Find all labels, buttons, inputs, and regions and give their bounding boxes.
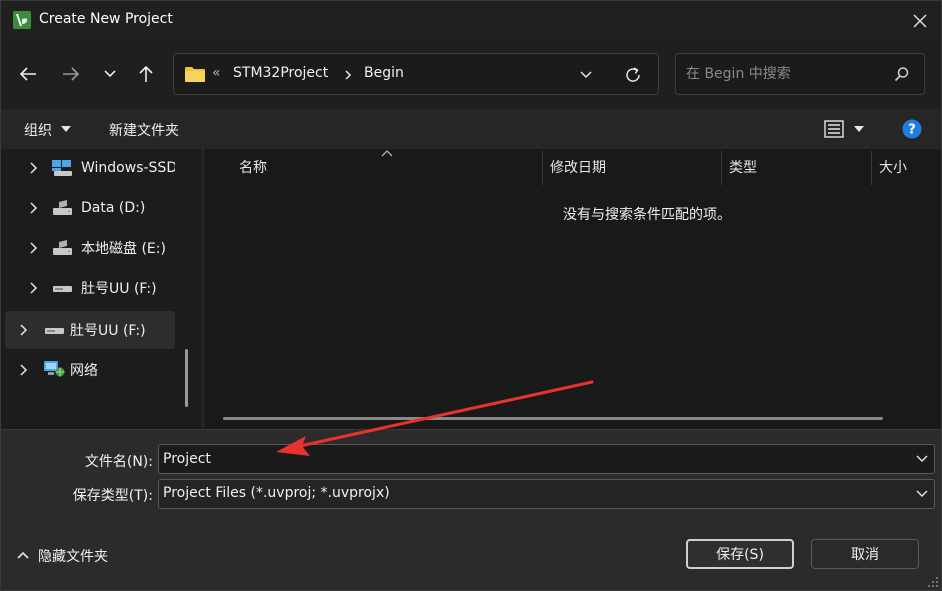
drive-icon bbox=[53, 240, 72, 255]
filename-combobox[interactable] bbox=[158, 444, 935, 474]
file-list: 名称 修改日期 类型 大小 没有与搜索条件匹配的项。 bbox=[203, 149, 941, 429]
arrow-left-icon bbox=[19, 67, 36, 81]
forward-button[interactable] bbox=[57, 60, 85, 88]
hide-folders-label: 隐藏文件夹 bbox=[38, 549, 108, 565]
network-icon bbox=[44, 361, 65, 377]
save-button[interactable]: 保存(S) bbox=[686, 539, 794, 569]
filetype-value: Project Files (*.uvproj; *.uvprojx) bbox=[163, 485, 390, 501]
chevron-down-icon bbox=[104, 70, 116, 78]
column-header-size[interactable]: 大小 bbox=[879, 157, 907, 177]
folder-icon bbox=[185, 67, 205, 82]
command-bar: 组织 新建文件夹 ? bbox=[1, 109, 941, 149]
view-dropdown-icon[interactable] bbox=[854, 126, 864, 132]
sidebar-item-data-d[interactable]: Data (D:) bbox=[5, 189, 175, 227]
navigation-pane: Windows-SSD Data (D:) 本地磁盘 (E:) 肚号UU (F:… bbox=[1, 149, 201, 429]
chevron-right-icon[interactable] bbox=[27, 162, 39, 174]
arrow-up-icon bbox=[139, 65, 153, 82]
organize-dropdown-icon[interactable] bbox=[61, 126, 71, 132]
sidebar-item-label: Windows-SSD bbox=[81, 160, 175, 176]
chevron-right-icon[interactable] bbox=[27, 282, 39, 294]
sidebar-item-label: Data (D:) bbox=[81, 200, 146, 216]
title-bar: Create New Project bbox=[1, 1, 941, 41]
filetype-label: 保存类型(T): bbox=[72, 488, 153, 504]
filetype-select[interactable]: Project Files (*.uvproj; *.uvprojx) bbox=[158, 479, 935, 509]
create-project-dialog: Create New Project « STM32Project Begin … bbox=[0, 0, 942, 591]
search-icon[interactable] bbox=[894, 66, 910, 82]
help-icon[interactable]: ? bbox=[902, 119, 922, 139]
sidebar-item-label: 肚号UU (F:) bbox=[70, 323, 146, 339]
usb-drive-icon bbox=[45, 328, 64, 334]
column-divider[interactable] bbox=[721, 151, 722, 185]
save-options-panel: 文件名(N): 保存类型(T): Project Files (*.uvproj… bbox=[1, 429, 941, 590]
chevron-right-icon[interactable] bbox=[17, 324, 29, 336]
filename-label: 文件名(N): bbox=[84, 454, 153, 470]
empty-results-message: 没有与搜索条件匹配的项。 bbox=[563, 207, 731, 223]
sidebar-item-usb-f[interactable]: 肚号UU (F:) bbox=[5, 269, 175, 307]
usb-drive-icon bbox=[53, 286, 72, 292]
sidebar-item-label: 肚号UU (F:) bbox=[81, 281, 157, 297]
filename-input[interactable] bbox=[163, 449, 903, 469]
hide-folders-toggle[interactable]: 隐藏文件夹 bbox=[17, 546, 108, 566]
sidebar-item-windows-ssd[interactable]: Windows-SSD bbox=[5, 149, 175, 187]
sidebar-item-usb-f-root[interactable]: 肚号UU (F:) bbox=[5, 311, 175, 349]
svg-text:?: ? bbox=[908, 123, 916, 138]
breadcrumb-overflow[interactable]: « bbox=[212, 65, 221, 81]
breadcrumb-stm32project[interactable]: STM32Project bbox=[233, 65, 328, 81]
search-box[interactable] bbox=[675, 53, 925, 95]
close-icon bbox=[913, 14, 927, 28]
recent-locations-button[interactable] bbox=[96, 60, 124, 88]
address-bar[interactable]: « STM32Project Begin bbox=[173, 53, 659, 95]
resize-grip-icon[interactable] bbox=[927, 576, 939, 588]
close-button[interactable] bbox=[901, 5, 939, 37]
up-button[interactable] bbox=[132, 60, 160, 88]
sidebar-scrollbar[interactable] bbox=[185, 349, 188, 407]
column-divider[interactable] bbox=[542, 151, 543, 185]
breadcrumb-begin[interactable]: Begin bbox=[364, 65, 404, 81]
navigation-bar: « STM32Project Begin bbox=[1, 41, 941, 107]
cancel-button[interactable]: 取消 bbox=[811, 539, 919, 569]
chevron-down-icon[interactable] bbox=[916, 488, 928, 500]
address-dropdown-icon[interactable] bbox=[580, 71, 592, 79]
column-divider[interactable] bbox=[871, 151, 872, 185]
chevron-up-icon bbox=[17, 551, 29, 559]
sidebar-item-local-disk-e[interactable]: 本地磁盘 (E:) bbox=[5, 229, 175, 267]
new-folder-button[interactable]: 新建文件夹 bbox=[109, 120, 179, 140]
back-button[interactable] bbox=[14, 60, 42, 88]
chevron-right-icon[interactable] bbox=[27, 202, 39, 214]
sidebar-item-network[interactable]: 网络 bbox=[5, 351, 175, 389]
sidebar-item-label: 本地磁盘 (E:) bbox=[81, 241, 166, 257]
window-title: Create New Project bbox=[39, 11, 173, 27]
arrow-right-icon bbox=[63, 67, 80, 81]
chevron-right-icon[interactable] bbox=[17, 364, 29, 376]
refresh-icon[interactable] bbox=[624, 66, 642, 84]
drive-icon bbox=[53, 200, 72, 215]
view-options-icon[interactable] bbox=[824, 120, 844, 138]
sidebar-item-label: 网络 bbox=[70, 363, 98, 379]
organize-button[interactable]: 组织 bbox=[24, 120, 52, 140]
column-header-date-modified[interactable]: 修改日期 bbox=[550, 157, 606, 177]
column-header-type[interactable]: 类型 bbox=[729, 157, 757, 177]
chevron-right-icon[interactable] bbox=[27, 242, 39, 254]
sort-ascending-icon bbox=[381, 150, 393, 157]
horizontal-scrollbar[interactable] bbox=[223, 417, 883, 420]
chevron-down-icon[interactable] bbox=[916, 453, 928, 465]
chevron-right-icon[interactable] bbox=[344, 70, 352, 80]
column-header-name[interactable]: 名称 bbox=[239, 157, 267, 177]
keil-app-icon bbox=[13, 11, 31, 29]
search-input[interactable] bbox=[686, 64, 886, 84]
windows-drive-icon bbox=[52, 160, 72, 176]
